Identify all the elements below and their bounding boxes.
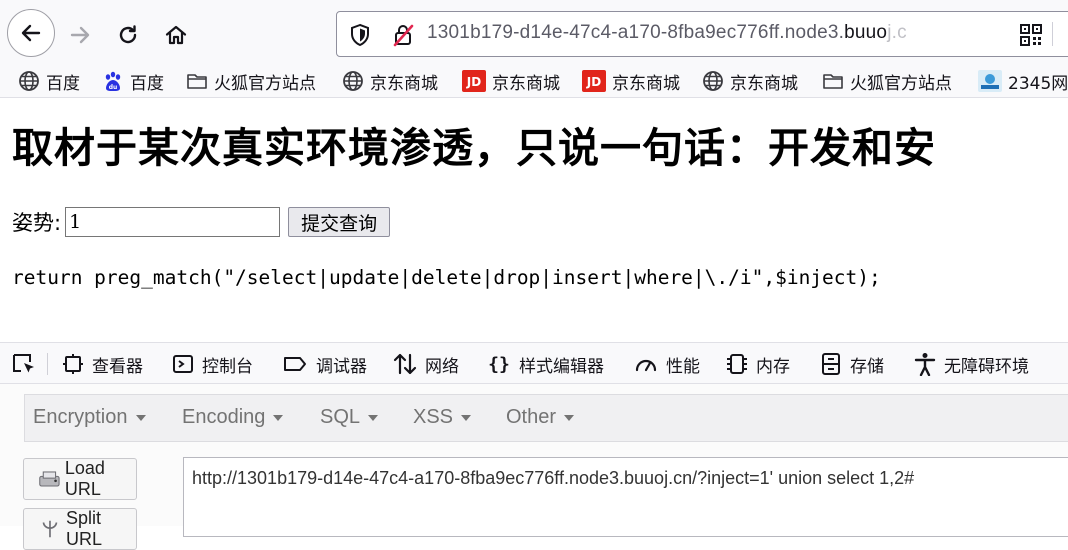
bookmark-firefox-official-1[interactable]: 火狐官方站点	[186, 68, 316, 94]
menu-other[interactable]: Other	[506, 406, 575, 429]
url-bar[interactable]: 1301b179-d14e-47c4-a170-8fba9ec776ff.nod…	[336, 11, 1068, 57]
site-2345-icon	[978, 70, 1002, 92]
insecure-lock-icon[interactable]	[391, 23, 415, 47]
forward-button[interactable]	[58, 13, 102, 57]
qr-code-icon[interactable]	[1019, 23, 1043, 47]
bookmarks-toolbar: 百度 du 百度 火狐官方站点 京东商城 JD 京东商城 JD 京东商城 京东商…	[0, 64, 1068, 98]
performance-icon	[635, 359, 657, 372]
folder-icon	[187, 74, 207, 89]
toolbar-divider	[47, 353, 48, 375]
menu-sql[interactable]: SQL	[320, 406, 379, 429]
submit-query-button[interactable]: 提交查询	[288, 207, 391, 237]
jd-logo-icon: JD	[462, 70, 486, 92]
page-heading: 取材于某次真实环境渗透，只说一句话：开发和安	[12, 124, 936, 172]
tab-network[interactable]: 网络	[393, 350, 459, 378]
bookmark-jd-1[interactable]: 京东商城	[342, 68, 438, 94]
accessibility-icon	[914, 353, 936, 376]
split-url-button[interactable]: Split URL	[23, 508, 137, 550]
bookmark-jd-3[interactable]: JD 京东商城	[582, 68, 680, 94]
debugger-icon	[284, 357, 306, 371]
svg-text:JD: JD	[466, 75, 481, 89]
home-icon	[165, 25, 187, 45]
tab-style-editor[interactable]: {} 样式编辑器	[487, 350, 604, 378]
bookmark-jd-2[interactable]: JD 京东商城	[462, 68, 560, 94]
back-button[interactable]	[7, 9, 55, 57]
tracking-shield-icon[interactable]	[349, 23, 371, 47]
tab-performance[interactable]: 性能	[634, 350, 700, 378]
tab-debugger[interactable]: 调试器	[282, 350, 367, 378]
inject-input[interactable]	[65, 207, 281, 237]
menu-encryption[interactable]: Encryption	[33, 406, 146, 429]
style-editor-icon: {}	[488, 354, 510, 375]
devtools-toolbar: 查看器 控制台 调试器 网络 {} 样式编辑器 性能 内存 存储 无障碍环境	[0, 342, 1068, 384]
caret-down-icon	[135, 414, 146, 421]
tab-storage[interactable]: 存储	[820, 350, 884, 378]
home-button[interactable]	[154, 13, 198, 57]
reload-button[interactable]	[106, 13, 150, 57]
folder-icon	[823, 74, 843, 89]
svg-text:du: du	[109, 84, 118, 91]
caret-down-icon	[368, 414, 379, 421]
tab-inspector[interactable]: 查看器	[62, 350, 143, 378]
element-picker-button[interactable]	[11, 350, 37, 378]
element-picker-icon	[13, 354, 34, 373]
load-url-button[interactable]: Load URL	[23, 458, 137, 500]
storage-icon	[822, 353, 840, 375]
menu-xss[interactable]: XSS	[413, 406, 472, 429]
url-text[interactable]: 1301b179-d14e-47c4-a170-8fba9ec776ff.nod…	[427, 22, 907, 44]
memory-icon	[727, 354, 747, 374]
caret-down-icon	[461, 414, 472, 421]
browser-navbar: 1301b179-d14e-47c4-a170-8fba9ec776ff.nod…	[0, 0, 1068, 64]
inspector-icon	[63, 354, 83, 374]
menu-encoding[interactable]: Encoding	[182, 406, 284, 429]
jd-logo-icon: JD	[582, 70, 606, 92]
baidu-paw-icon: du	[105, 71, 121, 91]
hackbar-menu-bar: Encryption Encoding SQL XSS Other	[24, 394, 1068, 442]
console-icon	[173, 355, 193, 373]
source-code-line: return preg_match("/select|update|delete…	[12, 266, 881, 289]
caret-down-icon	[273, 414, 284, 421]
globe-icon	[343, 71, 363, 91]
toolbar-divider	[1052, 22, 1053, 46]
tab-accessibility[interactable]: 无障碍环境	[914, 350, 1029, 378]
tab-console[interactable]: 控制台	[172, 350, 253, 378]
split-url-icon	[42, 520, 58, 538]
tab-memory[interactable]: 内存	[726, 350, 790, 378]
back-arrow-icon	[21, 24, 41, 42]
inject-label: 姿势:	[12, 211, 62, 235]
globe-icon	[703, 71, 723, 91]
hackbar-panel: Encryption Encoding SQL XSS Other Load U…	[0, 384, 1068, 550]
bookmark-firefox-official-2[interactable]: 火狐官方站点	[822, 68, 952, 94]
svg-text:JD: JD	[586, 75, 601, 89]
caret-down-icon	[564, 414, 575, 421]
svg-text:{}: {}	[488, 354, 510, 375]
reload-icon	[119, 25, 137, 44]
load-url-icon	[39, 471, 60, 487]
hackbar-url-textarea[interactable]: http://1301b179-d14e-47c4-a170-8fba9ec77…	[183, 457, 1068, 537]
globe-icon	[19, 71, 39, 91]
bookmark-baidu-2[interactable]: du 百度	[102, 68, 164, 94]
network-icon	[393, 353, 417, 375]
bookmark-2345[interactable]: 2345网	[978, 68, 1068, 94]
inject-form: 姿势: 提交查询	[12, 207, 391, 237]
forward-arrow-icon	[70, 26, 90, 44]
bookmark-jd-4[interactable]: 京东商城	[702, 68, 798, 94]
bookmark-baidu-1[interactable]: 百度	[18, 68, 80, 94]
